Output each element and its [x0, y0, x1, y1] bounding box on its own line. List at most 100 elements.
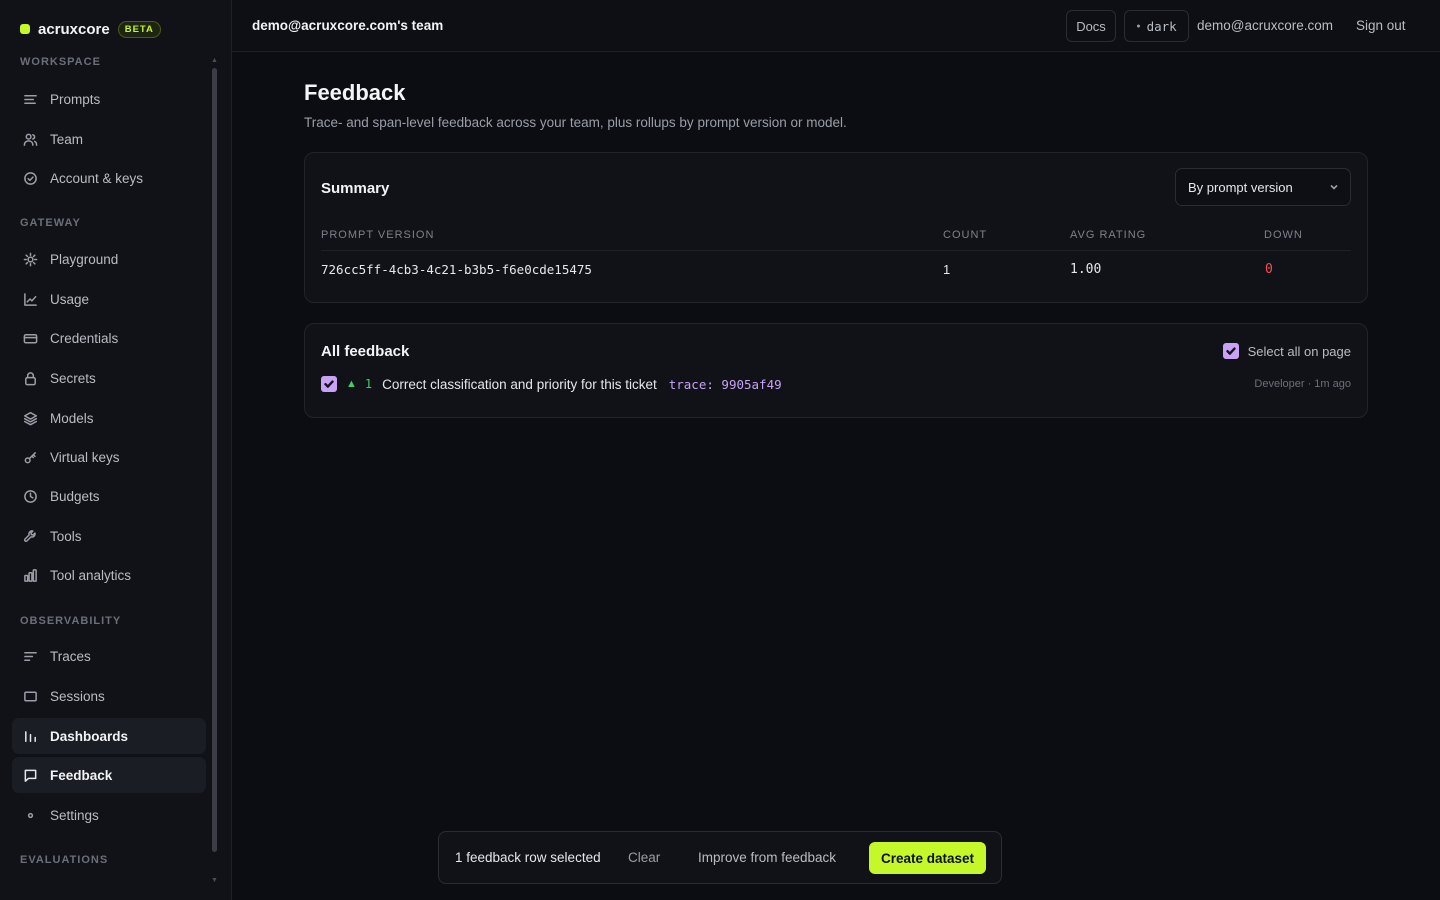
brand-name: acruxcore: [38, 20, 110, 38]
card-icon: [22, 330, 38, 346]
sidebar-item-settings[interactable]: Settings: [12, 797, 206, 833]
thumbs-up-arrow-icon: ▲: [346, 378, 357, 390]
bar-chart-icon: [22, 728, 38, 744]
sidebar-item-usage[interactable]: Usage: [12, 281, 206, 317]
check-circle-icon: [22, 170, 38, 186]
brand[interactable]: acruxcore BETA: [20, 18, 161, 40]
sidebar-nav: WORKSPACE Prompts Team Account & keys GA…: [0, 52, 212, 900]
feedback-row-checkbox[interactable]: [321, 376, 337, 392]
cell-prompt-version: 726cc5ff-4cb3-4c21-b3b5-f6e0cde15475: [321, 262, 592, 277]
select-all-checkbox[interactable]: [1222, 343, 1239, 359]
sidebar-item-virtual-keys[interactable]: Virtual keys: [12, 439, 206, 475]
sidebar-item-label: Tool analytics: [50, 567, 132, 583]
theme-toggle-button[interactable]: ● dark: [1124, 10, 1189, 42]
sidebar-item-label: Tools: [50, 528, 82, 544]
sidebar-scrollbar-thumb[interactable]: [212, 68, 217, 852]
cell-avg-rating: 1.00: [1070, 262, 1102, 277]
section-label-gateway: GATEWAY: [20, 217, 81, 229]
sidebar-item-label: Secrets: [50, 370, 96, 386]
column-header-down[interactable]: DOWN: [1264, 229, 1303, 241]
all-feedback-card: All feedback Select all on page ▲ 1 Corr…: [304, 323, 1368, 418]
team-switcher[interactable]: demo@acruxcore.com's team: [252, 18, 443, 33]
trace-link[interactable]: trace: 9905af49: [669, 377, 782, 392]
sidebar-item-prompts[interactable]: Prompts: [12, 81, 206, 117]
sidebar: acruxcore BETA WORKSPACE Prompts Team Ac…: [0, 0, 232, 900]
table-divider: [321, 250, 1351, 251]
sidebar-item-label: Prompts: [50, 91, 101, 107]
feedback-row[interactable]: ▲ 1 Correct classification and priority …: [321, 375, 782, 393]
column-header-prompt-version[interactable]: PROMPT VERSION: [321, 229, 434, 241]
section-label-observability: OBSERVABILITY: [20, 615, 122, 627]
page-subtitle: Trace- and span-level feedback across yo…: [304, 115, 847, 130]
layers-icon: [22, 410, 38, 426]
sidebar-item-sessions[interactable]: Sessions: [12, 678, 206, 714]
sidebar-item-label: Traces: [50, 648, 91, 664]
all-feedback-title: All feedback: [321, 343, 410, 360]
sidebar-item-account-keys[interactable]: Account & keys: [12, 160, 206, 196]
sign-out-link[interactable]: Sign out: [1356, 18, 1406, 33]
key-icon: [22, 449, 38, 465]
topbar: demo@acruxcore.com's team Docs ● dark de…: [232, 0, 1440, 52]
selection-count: 1 feedback row selected: [455, 850, 601, 865]
sidebar-item-label: Models: [50, 410, 94, 426]
column-header-count[interactable]: COUNT: [943, 229, 987, 241]
sidebar-item-label: Virtual keys: [50, 449, 120, 465]
feedback-comment: Correct classification and priority for …: [382, 376, 657, 392]
create-dataset-button[interactable]: Create dataset: [869, 842, 986, 874]
sidebar-item-models[interactable]: Models: [12, 400, 206, 436]
sidebar-item-label: Feedback: [50, 767, 113, 783]
check-icon: [324, 380, 334, 388]
select-all-label: Select all on page: [1247, 343, 1351, 359]
bar-chart-icon: [22, 567, 38, 583]
cell-down: 0: [1265, 262, 1273, 277]
sidebar-item-label: Account & keys: [50, 170, 144, 186]
sidebar-item-label: Usage: [50, 291, 90, 307]
sidebar-item-label: Team: [50, 131, 84, 147]
theme-label: dark: [1146, 18, 1177, 34]
sidebar-item-label: Sessions: [50, 688, 105, 704]
user-email[interactable]: demo@acruxcore.com: [1197, 18, 1333, 33]
sidebar-scrollbar[interactable]: ▲ ▼: [211, 57, 218, 890]
sidebar-item-tool-analytics[interactable]: Tool analytics: [12, 557, 206, 593]
beta-badge: BETA: [117, 20, 161, 38]
check-icon: [1225, 347, 1236, 355]
sidebar-item-feedback[interactable]: Feedback: [12, 757, 206, 793]
traces-icon: [22, 648, 38, 664]
lock-icon: [22, 370, 38, 386]
message-icon: [22, 767, 38, 783]
summary-title: Summary: [321, 180, 390, 197]
scroll-up-icon[interactable]: ▲: [211, 57, 218, 64]
select-all-on-page[interactable]: Select all on page: [1222, 343, 1351, 359]
group-by-value: By prompt version: [1188, 179, 1293, 195]
window-icon: [22, 688, 38, 704]
sidebar-item-credentials[interactable]: Credentials: [12, 320, 206, 356]
chevron-down-icon: [1328, 181, 1340, 193]
sidebar-item-tools[interactable]: Tools: [12, 518, 206, 554]
docs-button[interactable]: Docs: [1066, 10, 1116, 42]
sidebar-item-label: Settings: [50, 807, 99, 823]
scroll-down-icon[interactable]: ▼: [211, 877, 218, 884]
column-header-avg-rating[interactable]: AVG RATING: [1070, 229, 1146, 241]
list-icon: [22, 91, 38, 107]
group-by-select[interactable]: By prompt version: [1175, 168, 1351, 206]
sidebar-item-dashboards[interactable]: Dashboards: [12, 718, 206, 754]
users-icon: [22, 131, 38, 147]
sidebar-item-team[interactable]: Team: [12, 121, 206, 157]
selection-action-bar: 1 feedback row selected Clear Improve fr…: [438, 831, 1002, 884]
sidebar-item-traces[interactable]: Traces: [12, 638, 206, 674]
feedback-rating: 1: [364, 377, 373, 391]
sun-icon: [22, 251, 38, 267]
page-title: Feedback: [304, 80, 406, 105]
sidebar-item-secrets[interactable]: Secrets: [12, 360, 206, 396]
section-label-workspace: WORKSPACE: [20, 56, 101, 68]
sidebar-item-budgets[interactable]: Budgets: [12, 478, 206, 514]
sidebar-item-playground[interactable]: Playground: [12, 241, 206, 277]
dot-icon: [22, 807, 38, 823]
section-label-evaluations: EVALUATIONS: [20, 854, 109, 866]
sidebar-item-label: Playground: [50, 251, 119, 267]
sidebar-item-label: Credentials: [50, 330, 119, 346]
clock-icon: [22, 488, 38, 504]
cell-count: 1: [943, 262, 951, 277]
improve-from-feedback-button[interactable]: Improve from feedback: [698, 850, 836, 865]
clear-button[interactable]: Clear: [628, 850, 660, 865]
